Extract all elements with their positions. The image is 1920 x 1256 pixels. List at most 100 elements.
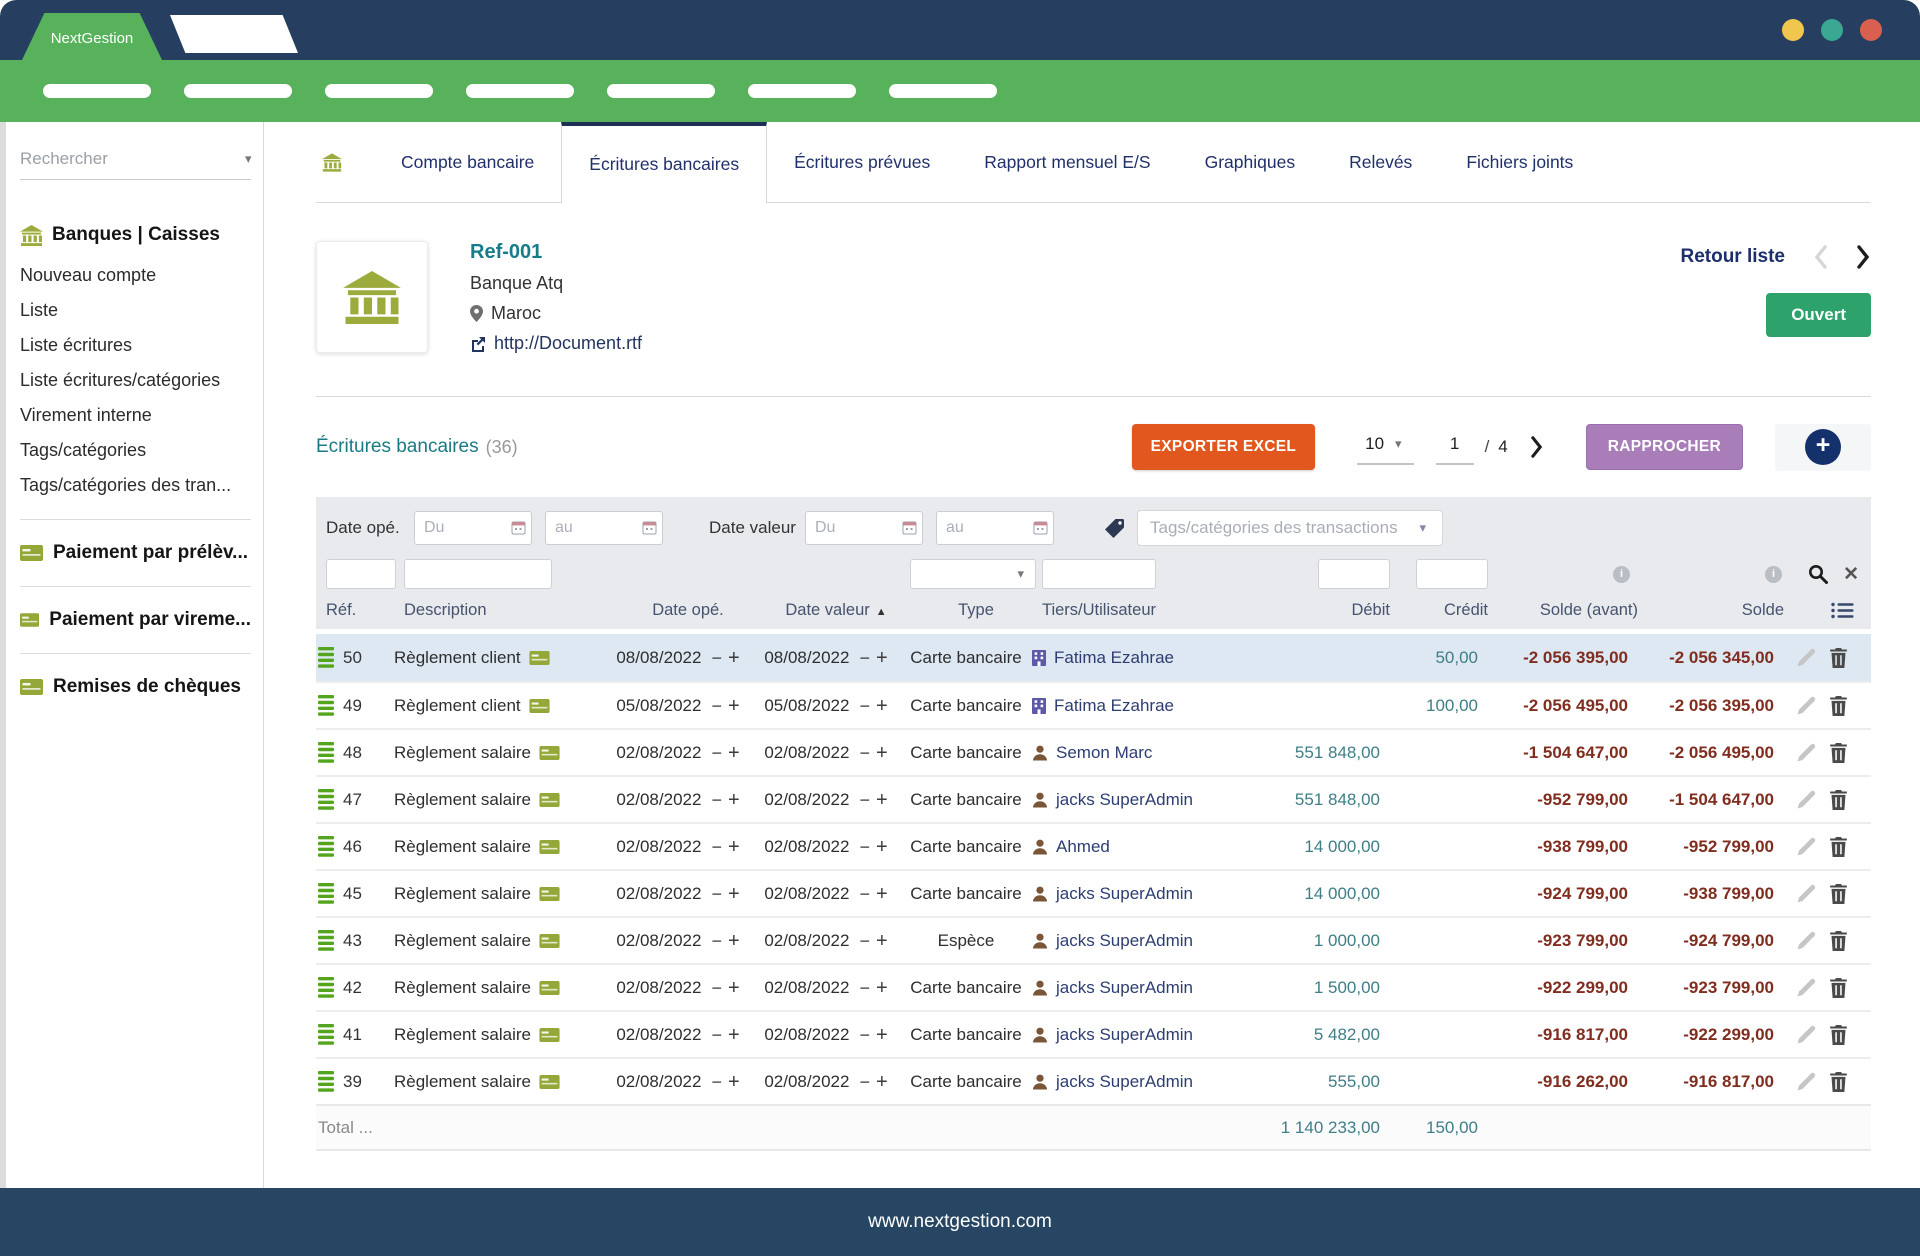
sidebar-item-liste-ecritures[interactable]: Liste écritures [20,328,251,363]
reconcile-button[interactable]: RAPPROCHER [1586,424,1743,470]
delete-trash-icon[interactable] [1830,1072,1847,1092]
delete-trash-icon[interactable] [1830,743,1847,763]
delete-trash-icon[interactable] [1830,1025,1847,1045]
column-header-credit[interactable]: Crédit [1444,601,1488,620]
delete-trash-icon[interactable] [1830,931,1847,951]
date-decrement-button[interactable]: − [859,744,870,762]
date-decrement-button[interactable]: − [711,1073,722,1091]
table-row[interactable]: 45 Règlement salaire 02/08/2022 − + 02/0… [316,869,1871,916]
ref-filter-input[interactable] [326,559,396,589]
date-increment-button[interactable]: + [876,837,888,857]
column-settings-icon[interactable] [1831,602,1861,619]
delete-trash-icon[interactable] [1830,978,1847,998]
export-excel-button[interactable]: EXPORTER EXCEL [1132,424,1315,470]
column-header-ref[interactable]: Réf. [326,601,404,620]
date-decrement-button[interactable]: − [711,744,722,762]
sidebar-item-nouveau-compte[interactable]: Nouveau compte [20,258,251,293]
date-decrement-button[interactable]: − [711,932,722,950]
tiers-filter-input[interactable] [1042,559,1156,589]
date-increment-button[interactable]: + [728,648,740,668]
account-document-link[interactable]: http://Document.rtf [494,333,642,354]
date-increment-button[interactable]: + [728,837,740,857]
table-row[interactable]: 42 Règlement salaire 02/08/2022 − + 02/0… [316,963,1871,1010]
date-increment-button[interactable]: + [728,931,740,951]
table-row[interactable]: 39 Règlement salaire 02/08/2022 − + 02/0… [316,1057,1871,1104]
column-header-type[interactable]: Type [958,601,994,620]
delete-trash-icon[interactable] [1830,648,1847,668]
edit-pencil-icon[interactable] [1797,743,1816,762]
date-increment-button[interactable]: + [876,790,888,810]
status-open-button[interactable]: Ouvert [1766,293,1871,337]
table-row[interactable]: 50 Règlement client 08/08/2022 − + 08/08… [316,634,1871,681]
date-decrement-button[interactable]: − [859,932,870,950]
search-input[interactable] [20,149,241,169]
delete-trash-icon[interactable] [1830,837,1847,857]
date-increment-button[interactable]: + [728,696,740,716]
date-increment-button[interactable]: + [876,978,888,998]
date-increment-button[interactable]: + [876,743,888,763]
sidebar-item-virement-interne[interactable]: Virement interne [20,398,251,433]
table-row[interactable]: 48 Règlement salaire 02/08/2022 − + 02/0… [316,728,1871,775]
date-decrement-button[interactable]: − [859,791,870,809]
credit-filter-input[interactable] [1416,559,1488,589]
table-row[interactable]: 47 Règlement salaire 02/08/2022 − + 02/0… [316,775,1871,822]
sidebar-section-banques[interactable]: Banques | Caisses [20,224,251,246]
edit-pencil-icon[interactable] [1797,648,1816,667]
calendar-icon[interactable] [1033,520,1049,536]
tab-rapport-mensuel[interactable]: Rapport mensuel E/S [957,122,1177,202]
table-row[interactable]: 49 Règlement client 05/08/2022 − + 05/08… [316,681,1871,728]
date-decrement-button[interactable]: − [711,885,722,903]
window-close-button[interactable] [1860,19,1882,41]
date-decrement-button[interactable]: − [711,649,722,667]
tab-graphiques[interactable]: Graphiques [1178,122,1322,202]
type-filter-select[interactable]: ▾ [910,559,1036,589]
edit-pencil-icon[interactable] [1797,696,1816,715]
brand-tab[interactable]: NextGestion [22,13,162,60]
sidebar-section-remises-cheques[interactable]: Remises de chèques [20,670,251,704]
column-header-debit[interactable]: Débit [1351,601,1390,620]
back-to-list-link[interactable]: Retour liste [1680,246,1785,268]
chevron-right-icon[interactable] [1856,245,1871,269]
date-decrement-button[interactable]: − [859,1073,870,1091]
calendar-icon[interactable] [511,520,527,536]
edit-pencil-icon[interactable] [1797,931,1816,950]
table-row[interactable]: 43 Règlement salaire 02/08/2022 − + 02/0… [316,916,1871,963]
date-decrement-button[interactable]: − [859,649,870,667]
column-header-tiers[interactable]: Tiers/Utilisateur [1042,601,1268,620]
window-maximize-button[interactable] [1821,19,1843,41]
column-header-date-ope[interactable]: Date opé. [652,601,724,620]
date-decrement-button[interactable]: − [859,979,870,997]
chevron-down-icon[interactable]: ▾ [241,151,256,167]
column-header-date-valeur[interactable]: Date valeur▲ [785,601,886,620]
date-decrement-button[interactable]: − [859,697,870,715]
blank-browser-tab[interactable] [170,15,298,53]
date-increment-button[interactable]: + [876,1025,888,1045]
tab-ecritures-bancaires[interactable]: Écritures bancaires [561,122,767,203]
clear-filters-icon[interactable]: ✕ [1843,565,1859,584]
date-decrement-button[interactable]: − [711,1026,722,1044]
calendar-icon[interactable] [642,520,658,536]
delete-trash-icon[interactable] [1830,884,1847,904]
date-decrement-button[interactable]: − [859,1026,870,1044]
tab-compte-bancaire[interactable]: Compte bancaire [374,122,561,202]
date-decrement-button[interactable]: − [859,885,870,903]
date-decrement-button[interactable]: − [711,697,722,715]
edit-pencil-icon[interactable] [1797,1072,1816,1091]
edit-pencil-icon[interactable] [1797,978,1816,997]
delete-trash-icon[interactable] [1830,790,1847,810]
table-row[interactable]: 41 Règlement salaire 02/08/2022 − + 02/0… [316,1010,1871,1057]
date-increment-button[interactable]: + [728,978,740,998]
next-page-button[interactable] [1530,436,1544,458]
sidebar-item-tags-categories[interactable]: Tags/catégories [20,433,251,468]
sidebar-section-virement[interactable]: Paiement par vireme... [20,603,251,637]
window-minimize-button[interactable] [1782,19,1804,41]
edit-pencil-icon[interactable] [1797,790,1816,809]
date-decrement-button[interactable]: − [711,838,722,856]
column-header-solde-avant[interactable]: Solde (avant) [1540,601,1638,620]
sidebar-item-liste[interactable]: Liste [20,293,251,328]
date-decrement-button[interactable]: − [711,979,722,997]
date-increment-button[interactable]: + [728,743,740,763]
edit-pencil-icon[interactable] [1797,837,1816,856]
sidebar-section-prelevement[interactable]: Paiement par prélèv... [20,536,251,570]
current-page-input[interactable]: 1 [1436,429,1474,465]
